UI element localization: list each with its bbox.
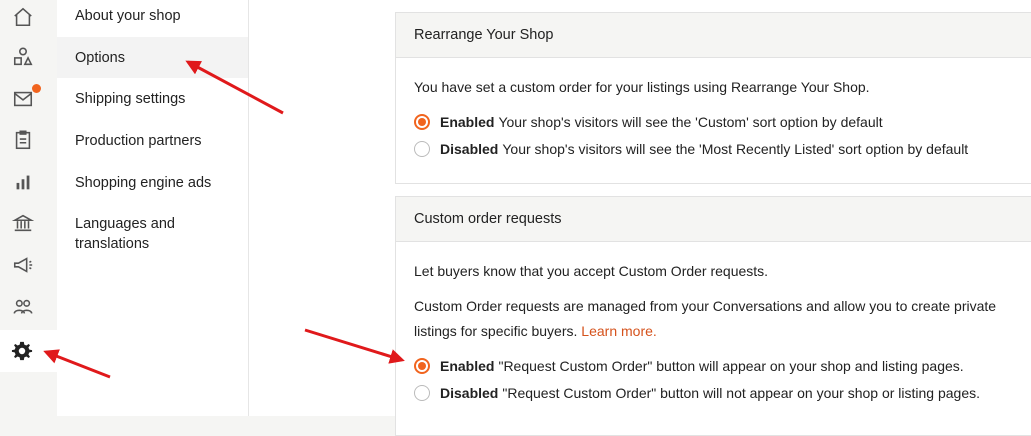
custom-order-desc-line1: Custom Order requests are managed from y… xyxy=(414,298,997,314)
submenu-item-options[interactable]: Options xyxy=(57,37,248,78)
gear-icon[interactable] xyxy=(0,330,57,372)
custom-order-card-title: Custom order requests xyxy=(396,197,1031,242)
custom-order-intro: Let buyers know that you accept Custom O… xyxy=(414,263,769,279)
bank-icon[interactable] xyxy=(8,208,38,238)
submenu-item-shipping[interactable]: Shipping settings xyxy=(57,89,248,109)
stats-icon[interactable] xyxy=(8,167,38,197)
notification-dot xyxy=(32,84,41,93)
custom-order-desc-line2-wrap: listings for specific buyers. Learn more… xyxy=(414,323,657,339)
submenu-item-about[interactable]: About your shop xyxy=(57,6,248,26)
shapes-icon[interactable] xyxy=(8,42,38,72)
rearrange-enabled-text: Your shop's visitors will see the 'Custo… xyxy=(498,114,883,130)
custom-order-desc-line2: listings for specific buyers. xyxy=(414,323,578,339)
rearrange-disabled-radio[interactable] xyxy=(414,141,430,157)
custom-order-disabled-radio[interactable] xyxy=(414,385,430,401)
custom-order-disabled-text: "Request Custom Order" button will not a… xyxy=(502,385,980,401)
custom-order-disabled-option[interactable]: Disabled "Request Custom Order" button w… xyxy=(414,385,980,401)
rearrange-enabled-radio[interactable] xyxy=(414,114,430,130)
custom-order-enabled-text: "Request Custom Order" button will appea… xyxy=(498,358,964,374)
people-icon[interactable] xyxy=(8,292,38,322)
submenu-item-shopping-engine-ads[interactable]: Shopping engine ads xyxy=(57,173,248,193)
rearrange-disabled-label: Disabled xyxy=(440,141,499,157)
submenu-item-languages[interactable]: Languages and translations xyxy=(57,214,197,254)
rearrange-card-title: Rearrange Your Shop xyxy=(396,13,1031,58)
settings-submenu: About your shop Options Shipping setting… xyxy=(57,0,249,416)
learn-more-link[interactable]: Learn more. xyxy=(581,323,656,339)
rearrange-disabled-option[interactable]: Disabled Your shop's visitors will see t… xyxy=(414,141,968,157)
rearrange-enabled-label: Enabled xyxy=(440,114,495,130)
icon-rail xyxy=(0,0,57,416)
custom-order-enabled-label: Enabled xyxy=(440,358,495,374)
custom-order-disabled-label: Disabled xyxy=(440,385,499,401)
rearrange-card: Rearrange Your Shop You have set a custo… xyxy=(395,12,1031,184)
submenu-item-production-partners[interactable]: Production partners xyxy=(57,131,248,151)
custom-order-card: Custom order requests Let buyers know th… xyxy=(395,196,1031,436)
clipboard-icon[interactable] xyxy=(8,125,38,155)
rearrange-description: You have set a custom order for your lis… xyxy=(414,79,870,95)
rearrange-disabled-text: Your shop's visitors will see the 'Most … xyxy=(502,141,969,157)
custom-order-enabled-option[interactable]: Enabled "Request Custom Order" button wi… xyxy=(414,358,964,374)
main-content: Rearrange Your Shop You have set a custo… xyxy=(249,0,1031,436)
rearrange-enabled-option[interactable]: Enabled Your shop's visitors will see th… xyxy=(414,114,883,130)
custom-order-enabled-radio[interactable] xyxy=(414,358,430,374)
home-icon[interactable] xyxy=(8,2,38,32)
megaphone-icon[interactable] xyxy=(8,250,38,280)
